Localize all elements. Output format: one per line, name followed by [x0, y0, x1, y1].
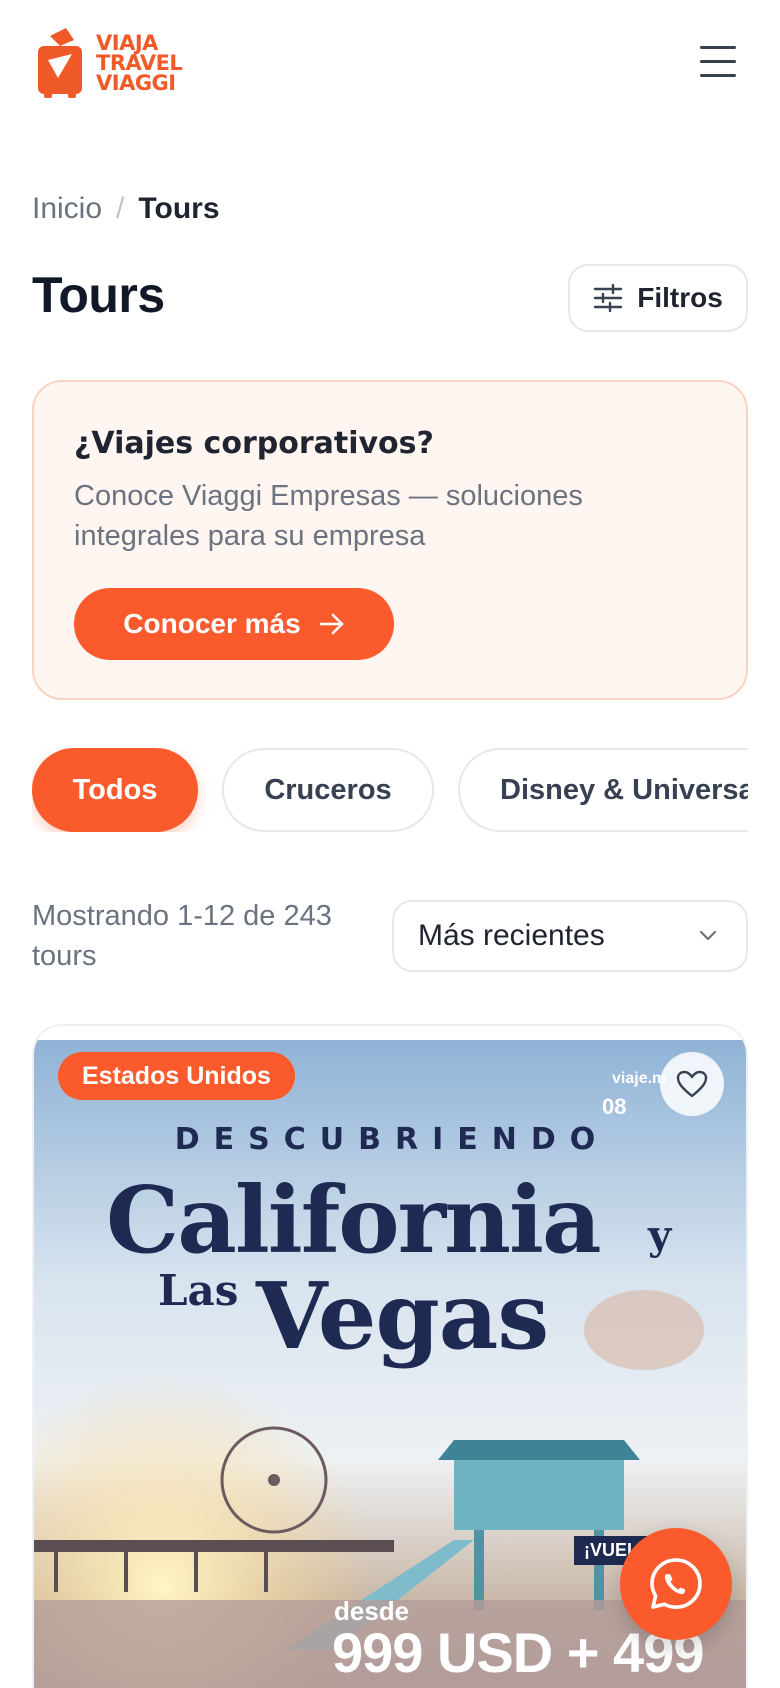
category-tabs: Todos Cruceros Disney & Universal — [32, 748, 748, 832]
learn-more-button[interactable]: Conocer más — [74, 588, 394, 660]
filters-label: Filtros — [637, 282, 723, 313]
breadcrumb-current: Tours — [138, 192, 220, 225]
brand-line-1: VIAJA — [96, 31, 158, 55]
brand-name: VIAJA TRAVEL VIAGGI — [96, 31, 183, 95]
tab-disney-universal[interactable]: Disney & Universal — [458, 748, 748, 832]
brand-logo[interactable]: VIAJA TRAVEL VIAGGI — [36, 26, 183, 100]
breadcrumb: Inicio / Tours — [32, 192, 220, 226]
corporate-promo-card: ¿Viajes corporativos? Conoce Viaggi Empr… — [32, 380, 748, 700]
sliders-icon — [594, 284, 623, 312]
image-watermark: viaje.m — [612, 1070, 667, 1087]
breadcrumb-home-link[interactable]: Inicio — [32, 192, 102, 226]
whatsapp-icon — [650, 1558, 702, 1609]
filters-button[interactable]: Filtros — [568, 264, 748, 332]
favorite-button[interactable] — [660, 1052, 724, 1116]
page-title: Tours — [32, 267, 165, 323]
image-title-california: California — [106, 1166, 602, 1274]
sort-selected-value: Más recientes — [418, 919, 605, 952]
arrow-right-icon — [319, 613, 344, 635]
breadcrumb-separator: / — [116, 192, 125, 225]
sort-select[interactable]: Más recientes — [392, 900, 748, 972]
whatsapp-button[interactable] — [620, 1528, 732, 1640]
promo-text: Conoce Viaggi Empresas — soluciones inte… — [74, 480, 583, 552]
brand-line-2: TRAVEL — [96, 51, 183, 75]
country-badge: Estados Unidos — [58, 1052, 295, 1100]
promo-title: ¿Viajes corporativos? — [74, 426, 434, 461]
learn-more-label: Conocer más — [123, 608, 301, 639]
brand-line-3: VIAGGI — [96, 71, 176, 95]
chevron-down-icon — [699, 930, 717, 941]
image-title-las: Las — [158, 1266, 239, 1315]
image-title-vegas: Vegas — [256, 1262, 549, 1370]
hamburger-menu-icon[interactable] — [698, 44, 738, 80]
tab-todos[interactable]: Todos — [32, 748, 198, 832]
suitcase-logo-icon — [38, 28, 82, 98]
heart-icon — [676, 1070, 708, 1098]
tab-cruceros[interactable]: Cruceros — [222, 748, 434, 832]
results-count: Mostrando 1-12 de 243 tours — [32, 900, 332, 972]
image-subtitle: DESCUBRIENDO — [174, 1122, 610, 1157]
header: VIAJA TRAVEL VIAGGI — [0, 0, 780, 130]
image-weather: 08 — [602, 1094, 627, 1119]
image-title-y: y — [648, 1212, 672, 1259]
